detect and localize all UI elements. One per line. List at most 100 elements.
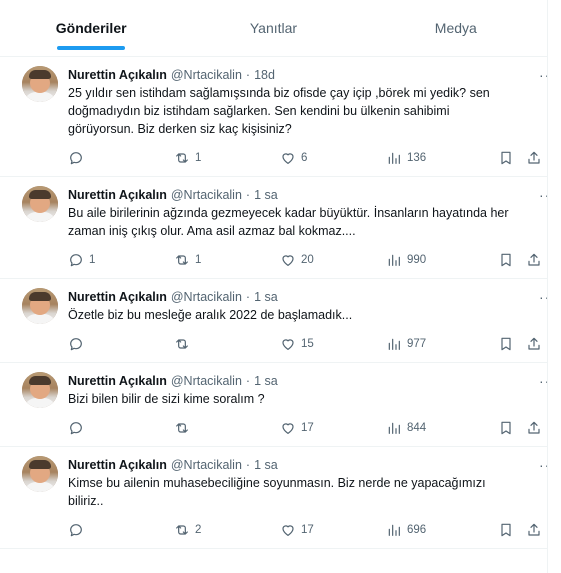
author-handle[interactable]: @Nrtacikalin: [171, 458, 242, 472]
bookmark-button[interactable]: [498, 420, 520, 436]
avatar[interactable]: [22, 66, 58, 102]
view-count: 990: [407, 254, 427, 266]
tweet-timestamp[interactable]: 18d: [254, 68, 275, 82]
retweet-icon: [176, 255, 188, 265]
views-button[interactable]: 696: [386, 522, 498, 538]
author-handle[interactable]: @Nrtacikalin: [171, 68, 242, 82]
share-icon: [528, 151, 540, 164]
tweet-timestamp[interactable]: 1 sa: [254, 188, 278, 202]
bookmark-button[interactable]: [498, 252, 520, 268]
tab-replies[interactable]: Yanıtlar: [182, 0, 364, 56]
bookmark-button[interactable]: [498, 150, 520, 166]
tweet-text: Kimse bu ailenin muhasebeciliğine soyunm…: [68, 476, 486, 508]
bookmark-button[interactable]: [498, 522, 520, 538]
author-name[interactable]: Nurettin Açıkalın: [68, 374, 167, 388]
retweet-icon: [176, 423, 188, 433]
tweet-feed: Nurettin Açıkalın @Nrtacikalin · 18d ···…: [0, 57, 547, 549]
retweet-count: 2: [195, 524, 202, 536]
more-options-icon[interactable]: ···: [539, 67, 547, 83]
tweet[interactable]: Nurettin Açıkalın @Nrtacikalin · 1 sa ··…: [0, 279, 547, 363]
author-handle[interactable]: @Nrtacikalin: [171, 290, 242, 304]
heart-icon: [282, 423, 294, 434]
retweet-button[interactable]: [174, 336, 280, 352]
retweet-icon: [176, 153, 188, 163]
author-name[interactable]: Nurettin Açıkalın: [68, 458, 167, 472]
bookmark-icon: [501, 421, 511, 435]
reply-button[interactable]: [68, 522, 174, 538]
reply-icon: [70, 152, 82, 165]
views-button[interactable]: 844: [386, 420, 498, 436]
share-button[interactable]: [526, 522, 546, 538]
like-button[interactable]: 6: [280, 150, 386, 166]
tweet-timestamp[interactable]: 1 sa: [254, 458, 278, 472]
heart-icon: [282, 255, 294, 266]
author-handle[interactable]: @Nrtacikalin: [171, 374, 242, 388]
more-options-icon[interactable]: ···: [539, 187, 547, 203]
bookmark-icon: [501, 151, 511, 165]
reply-button[interactable]: [68, 336, 174, 352]
author-name[interactable]: Nurettin Açıkalın: [68, 188, 167, 202]
retweet-count: 1: [195, 254, 202, 266]
retweet-button[interactable]: [174, 420, 280, 436]
share-icon: [528, 337, 540, 350]
share-button[interactable]: [526, 336, 546, 352]
tweet-timestamp[interactable]: 1 sa: [254, 290, 278, 304]
like-count: 15: [301, 338, 314, 350]
more-options-icon[interactable]: ···: [539, 289, 547, 305]
views-button[interactable]: 977: [386, 336, 498, 352]
avatar[interactable]: [22, 186, 58, 222]
tweet[interactable]: Nurettin Açıkalın @Nrtacikalin · 1 sa ··…: [0, 447, 547, 549]
heart-icon: [282, 153, 294, 164]
views-button[interactable]: 136: [386, 150, 498, 166]
tweet-text: Bizi bilen bilir de sizi kime soralım ?: [68, 392, 265, 406]
tweet[interactable]: Nurettin Açıkalın @Nrtacikalin · 18d ···…: [0, 57, 547, 177]
author-handle[interactable]: @Nrtacikalin: [171, 188, 242, 202]
share-button[interactable]: [526, 252, 546, 268]
tab-media[interactable]: Medya: [365, 0, 547, 56]
retweet-button[interactable]: 1: [174, 150, 280, 166]
tweet-actions: 17 844: [68, 410, 547, 446]
more-options-icon[interactable]: ···: [539, 373, 547, 389]
author-name[interactable]: Nurettin Açıkalın: [68, 290, 167, 304]
reply-icon: [70, 422, 82, 435]
like-count: 17: [301, 524, 314, 536]
like-button[interactable]: 20: [280, 252, 386, 268]
tweet-actions: 1 6 136: [68, 140, 547, 176]
more-options-icon[interactable]: ···: [539, 457, 547, 473]
like-button[interactable]: 17: [280, 522, 386, 538]
view-count: 844: [407, 422, 427, 434]
like-count: 20: [301, 254, 314, 266]
tweet-timestamp[interactable]: 1 sa: [254, 374, 278, 388]
retweet-button[interactable]: 2: [174, 522, 280, 538]
like-button[interactable]: 15: [280, 336, 386, 352]
tab-posts[interactable]: Gönderiler: [0, 0, 182, 56]
tweet-text: Özetle biz bu mesleğe aralık 2022 de baş…: [68, 308, 353, 322]
share-icon: [528, 253, 540, 266]
reply-button[interactable]: [68, 420, 174, 436]
share-button[interactable]: [526, 150, 546, 166]
reply-button[interactable]: [68, 150, 174, 166]
share-button[interactable]: [526, 420, 546, 436]
reply-icon: [70, 524, 82, 537]
author-name[interactable]: Nurettin Açıkalın: [68, 68, 167, 82]
share-icon: [528, 421, 540, 434]
like-button[interactable]: 17: [280, 420, 386, 436]
retweet-button[interactable]: 1: [174, 252, 280, 268]
heart-icon: [282, 525, 294, 536]
tweet[interactable]: Nurettin Açıkalın @Nrtacikalin · 1 sa ··…: [0, 177, 547, 279]
avatar[interactable]: [22, 288, 58, 324]
bookmark-button[interactable]: [498, 336, 520, 352]
profile-timeline: Gönderiler Yanıtlar Medya Nurettin Açıka…: [0, 0, 548, 573]
reply-icon: [70, 254, 82, 267]
views-button[interactable]: 990: [386, 252, 498, 268]
views-chart-icon: [388, 524, 400, 536]
like-count: 17: [301, 422, 314, 434]
avatar[interactable]: [22, 456, 58, 492]
tweet[interactable]: Nurettin Açıkalın @Nrtacikalin · 1 sa ··…: [0, 363, 547, 447]
reply-button[interactable]: 1: [68, 252, 174, 268]
tweet-text: Bu aile birilerinin ağzında gezmeyecek k…: [68, 206, 509, 238]
bookmark-icon: [501, 253, 511, 267]
avatar[interactable]: [22, 372, 58, 408]
bookmark-icon: [501, 523, 511, 537]
retweet-count: 1: [195, 152, 202, 164]
